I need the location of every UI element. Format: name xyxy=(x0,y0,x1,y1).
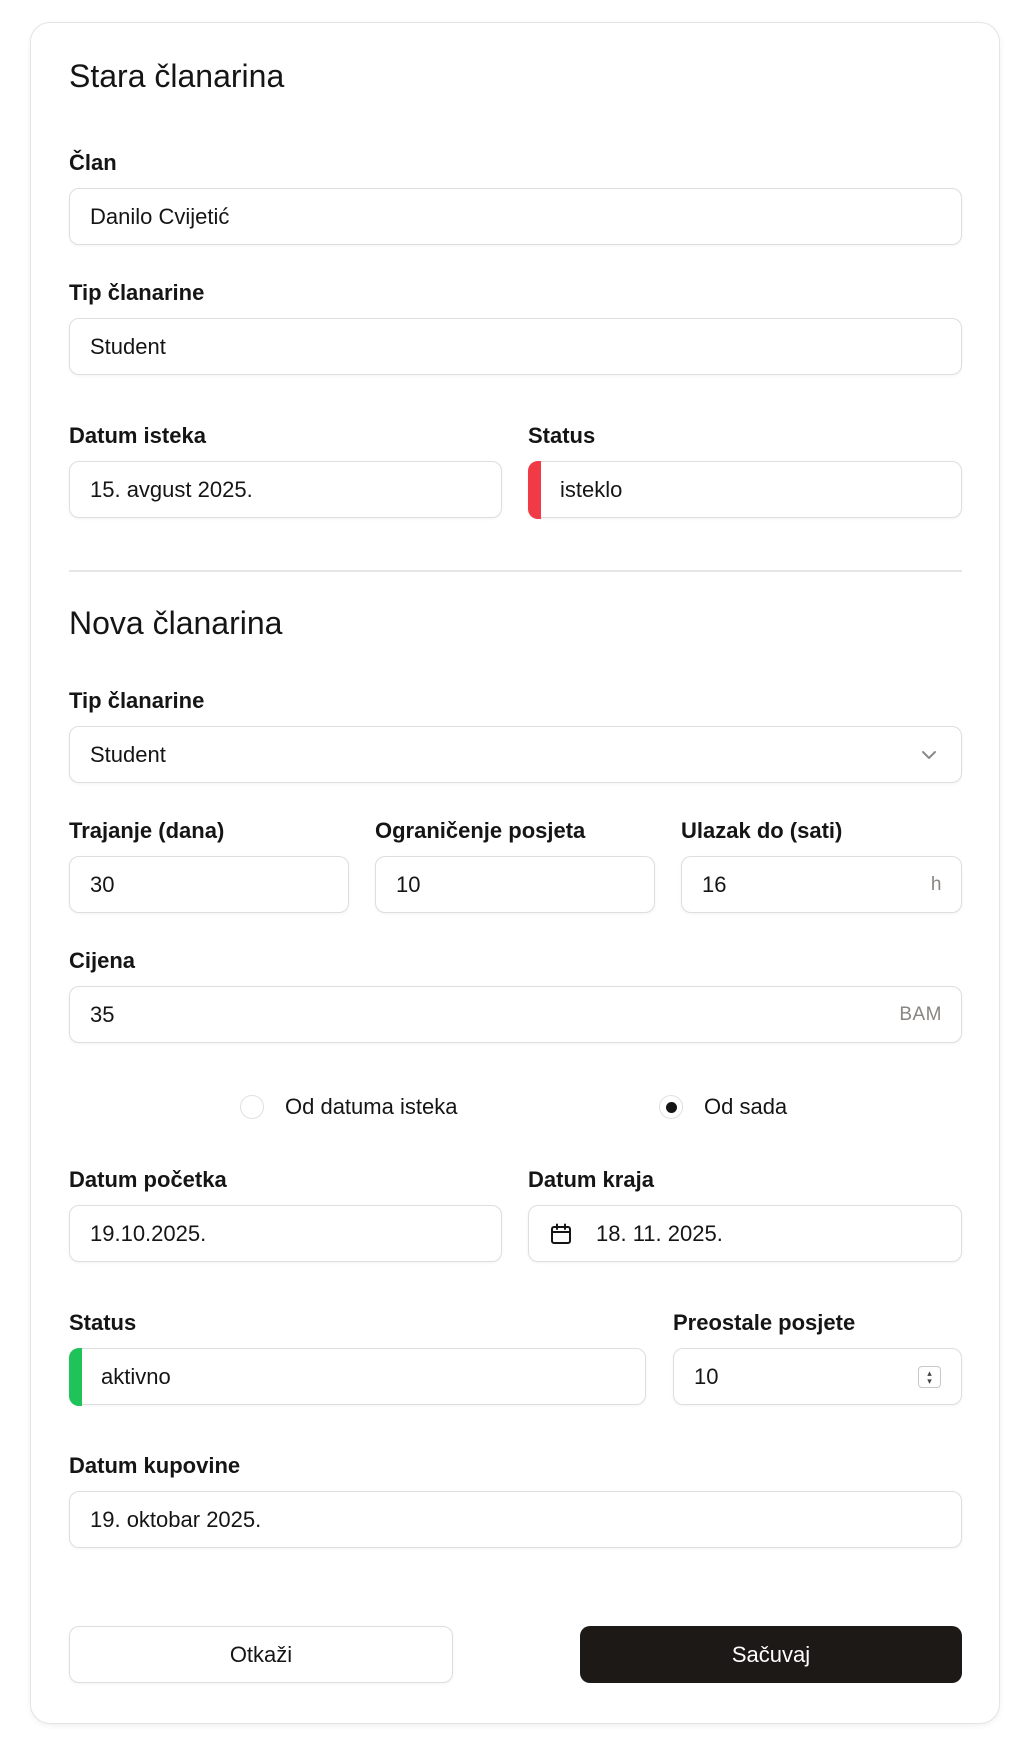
entry-until-label: Ulazak do (sati) xyxy=(681,818,843,843)
remaining-visits-value: 10 xyxy=(694,1363,719,1389)
old-status-field[interactable]: isteklo xyxy=(527,460,962,519)
expiry-date-label: Datum isteka xyxy=(69,423,206,448)
member-field[interactable]: Danilo Cvijetić xyxy=(69,188,962,245)
cancel-button[interactable]: Otkaži xyxy=(69,1626,453,1683)
radio-from-now[interactable]: Od sada xyxy=(659,1094,787,1120)
member-value: Danilo Cvijetić xyxy=(90,203,230,229)
new-type-select[interactable]: Student xyxy=(69,726,962,783)
new-type-label: Tip članarine xyxy=(69,688,205,713)
remaining-visits-label: Preostale posjete xyxy=(673,1310,856,1335)
start-date-input[interactable]: 19.10.2025. xyxy=(69,1205,502,1262)
price-input[interactable]: 35 BAM xyxy=(69,986,962,1043)
entry-until-input[interactable]: 16 h xyxy=(681,856,962,913)
purchase-date-field[interactable]: 19. oktobar 2025. xyxy=(69,1491,962,1548)
remaining-visits-input[interactable]: 10 ▴ ▾ xyxy=(673,1348,962,1405)
start-date-value: 19.10.2025. xyxy=(90,1220,207,1246)
end-date-label: Datum kraja xyxy=(528,1167,654,1192)
radio-circle-from-now[interactable] xyxy=(659,1095,683,1119)
chevron-down-icon xyxy=(922,751,936,759)
save-button[interactable]: Sačuvaj xyxy=(580,1626,962,1683)
new-status-field[interactable]: aktivno xyxy=(68,1347,646,1406)
price-label: Cijena xyxy=(69,948,136,973)
purchase-date-label: Datum kupovine xyxy=(69,1453,241,1478)
new-membership-heading: Nova članarina xyxy=(69,605,283,641)
duration-label: Trajanje (dana) xyxy=(69,818,225,843)
radio-circle-from-expiry[interactable] xyxy=(240,1095,264,1119)
old-type-field[interactable]: Student xyxy=(69,318,962,375)
start-date-label: Datum početka xyxy=(69,1167,227,1192)
expiry-date-value: 15. avgust 2025. xyxy=(90,476,253,502)
duration-input[interactable]: 30 xyxy=(69,856,349,913)
visit-limit-label: Ograničenje posjeta xyxy=(375,818,586,843)
visit-limit-value: 10 xyxy=(396,871,421,897)
radio-from-now-label: Od sada xyxy=(704,1094,788,1119)
new-type-value: Student xyxy=(90,741,166,767)
radio-from-expiry[interactable]: Od datuma isteka xyxy=(240,1094,457,1120)
calendar-icon[interactable] xyxy=(549,1222,573,1246)
status-indicator-active xyxy=(68,1347,82,1406)
price-value: 35 xyxy=(90,1001,115,1027)
new-status-value: aktivno xyxy=(101,1363,171,1389)
entry-until-value: 16 xyxy=(702,871,727,897)
radio-from-expiry-label: Od datuma isteka xyxy=(285,1094,458,1119)
expiry-date-field[interactable]: 15. avgust 2025. xyxy=(69,461,502,518)
hours-suffix: h xyxy=(930,873,942,895)
section-divider xyxy=(69,570,962,572)
visit-limit-input[interactable]: 10 xyxy=(375,856,655,913)
duration-value: 30 xyxy=(90,871,115,897)
old-type-value: Student xyxy=(90,333,166,359)
status-indicator-expired xyxy=(527,460,541,519)
new-status-label: Status xyxy=(69,1310,137,1335)
old-type-label: Tip članarine xyxy=(69,280,205,305)
currency-suffix: BAM xyxy=(899,1003,942,1025)
end-date-input[interactable]: 18. 11. 2025. xyxy=(528,1205,962,1262)
stepper-icon[interactable]: ▴ ▾ xyxy=(918,1366,941,1388)
old-status-value: isteklo xyxy=(560,476,623,502)
end-date-value: 18. 11. 2025. xyxy=(596,1220,723,1246)
radio-selected-dot xyxy=(665,1101,677,1113)
purchase-date-value: 19. oktobar 2025. xyxy=(90,1506,262,1532)
old-membership-heading: Stara članarina xyxy=(69,58,285,94)
old-status-label: Status xyxy=(528,423,596,448)
member-label: Član xyxy=(69,150,117,175)
